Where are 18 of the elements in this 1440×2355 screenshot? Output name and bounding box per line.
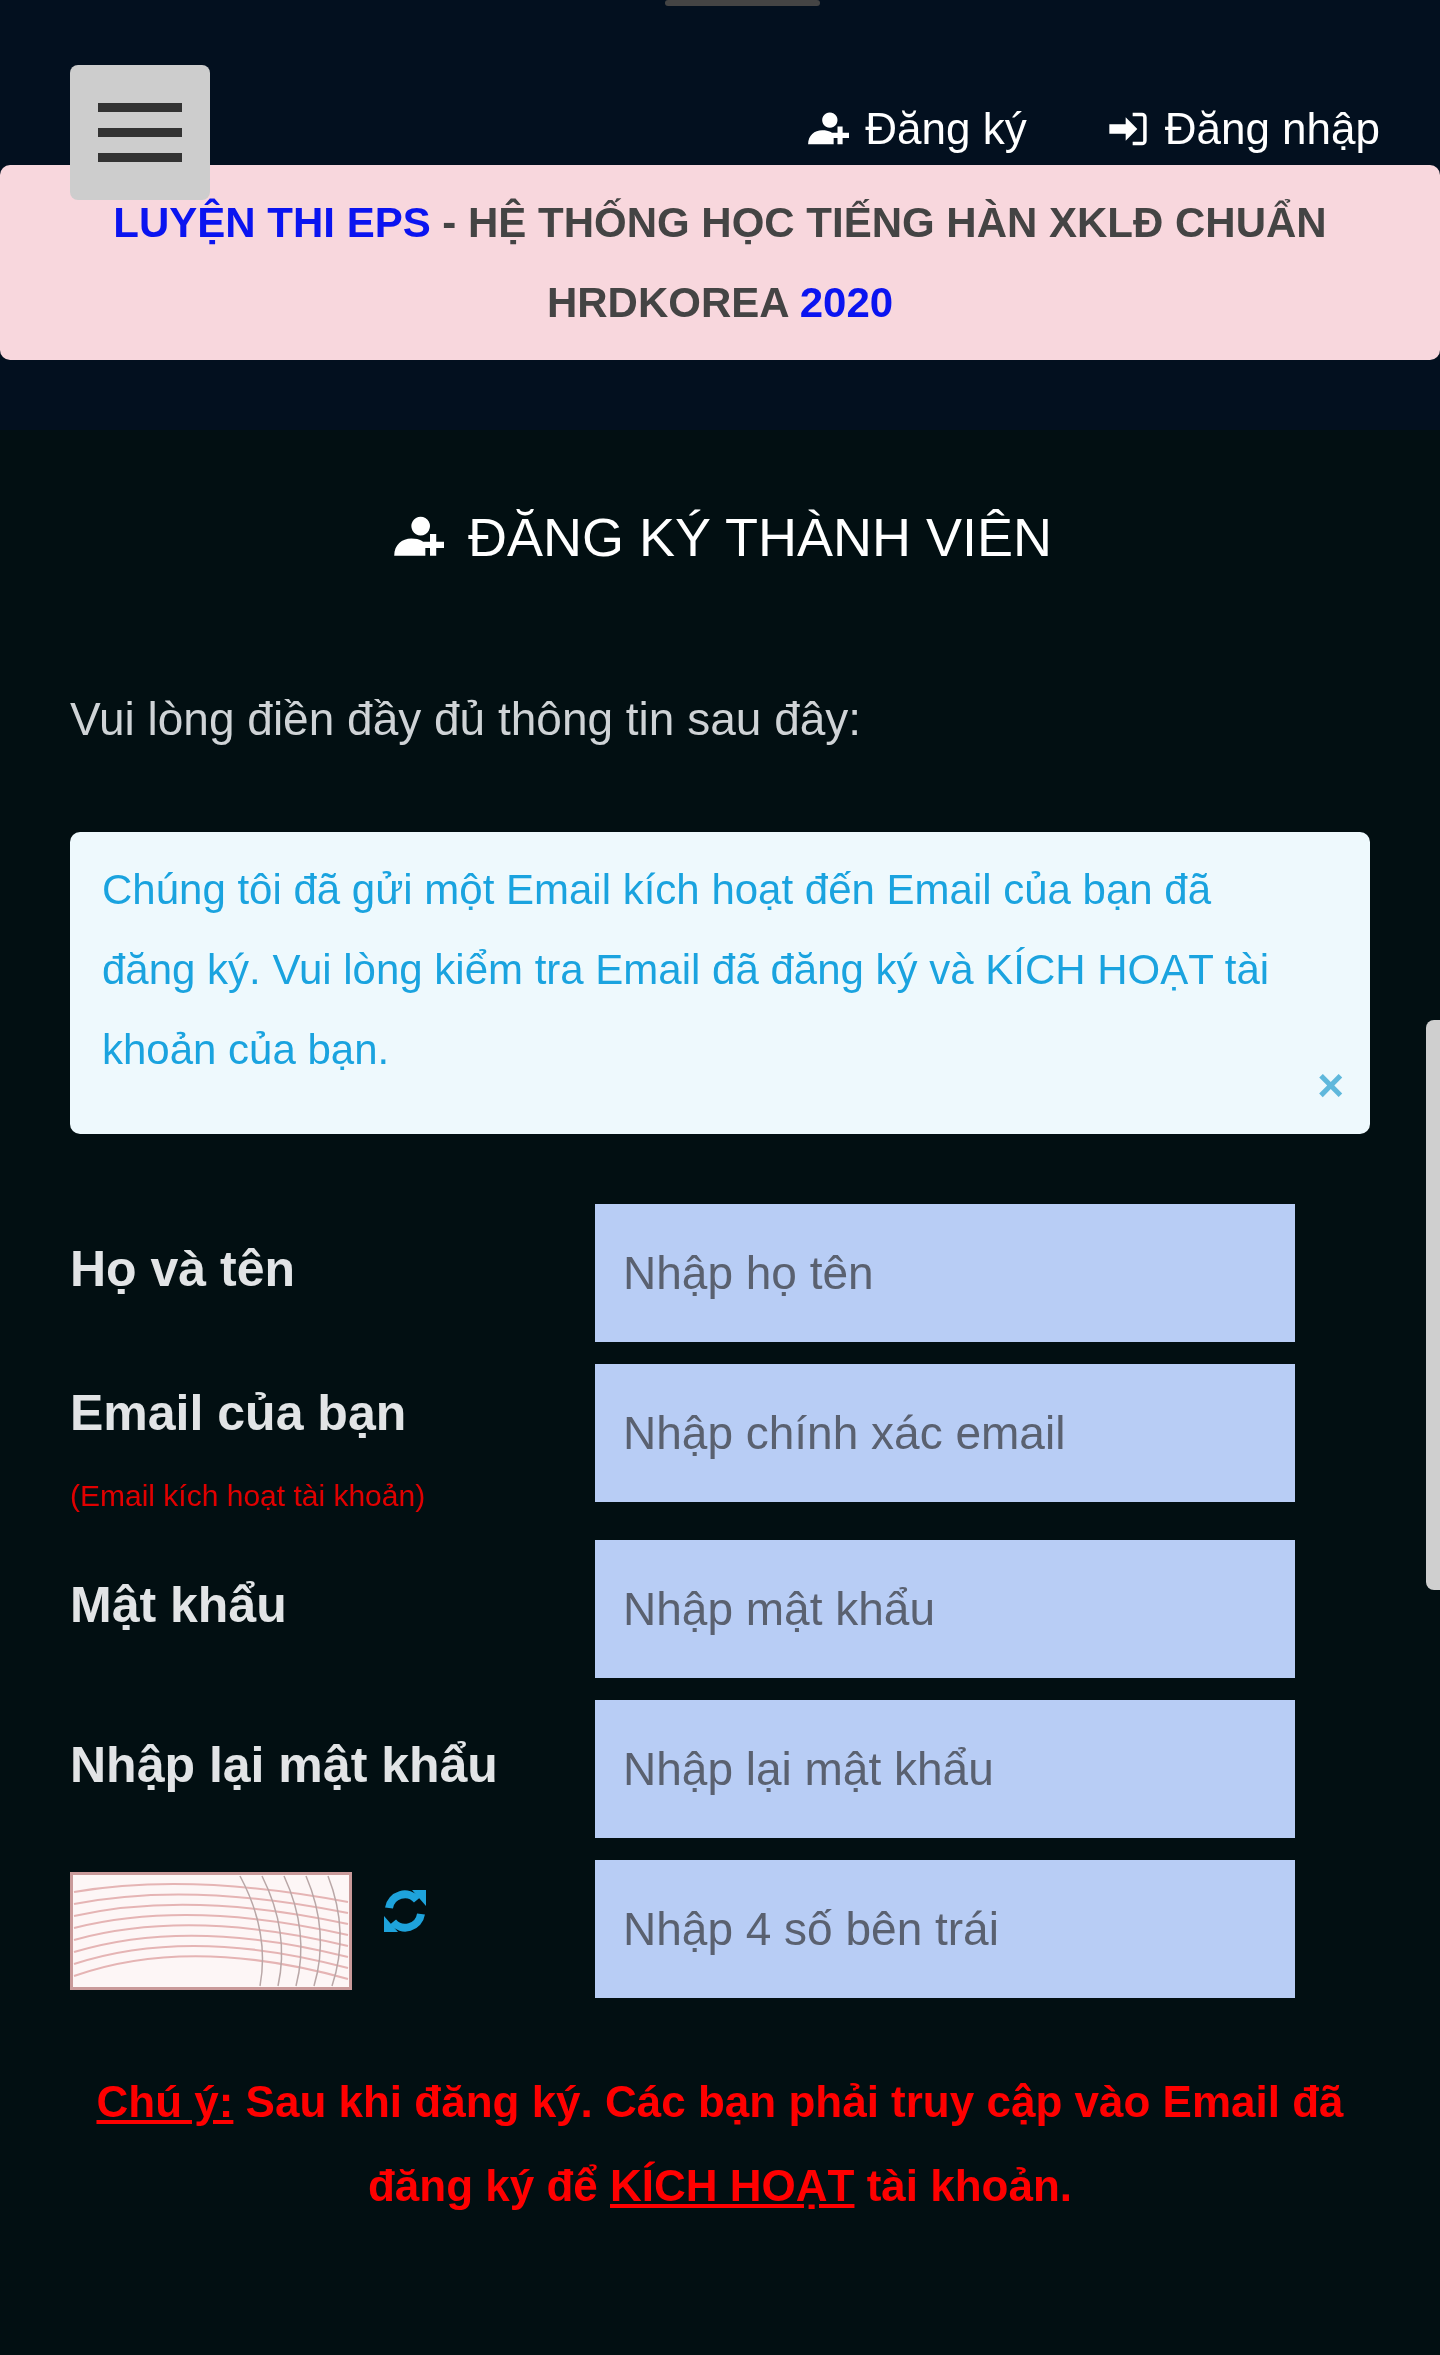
field-hint: (Email kích hoạt tài khoản) <box>70 1477 427 1514</box>
alert-message: Chúng tôi đã gửi một Email kích hoạt đến Email của bạn đã đăng ký. Vui lòng kiểm tra Email đã đăng ký và KÍCH HOẠT tài khoản của bạn. <box>102 864 1271 1075</box>
form-instruction: Vui lòng điền đầy đủ thông tin sau đây: <box>70 691 863 747</box>
site-title: LUYỆN THI EPS - HỆ THỐNG HỌC TIẾNG HÀN XKLĐ CHUẨN HRDKOREA 2020 <box>112 197 1328 328</box>
field-label: Mật khẩu <box>70 1575 288 1635</box>
field-label: Email của bạn <box>70 1383 408 1443</box>
input-field[interactable]: Nhập 4 số bên trái <box>595 1859 1295 1998</box>
input-field[interactable]: Nhập mật khẩu <box>595 1539 1295 1678</box>
input-field[interactable]: Nhập họ tên <box>595 1203 1295 1342</box>
input-field[interactable]: Nhập chính xác email <box>595 1363 1295 1502</box>
warning-note: Chú ý: Sau khi đăng ký. Các bạn phải truy cập vào Email đã đăng ký để KÍCH HOẠT tài khoản. <box>95 2075 1345 2212</box>
field-label: Họ và tên <box>70 1239 297 1299</box>
field-label: Nhập lại mật khẩu <box>70 1735 499 1795</box>
register-link[interactable]: Đăng ký <box>803 92 1027 165</box>
input-field[interactable]: Nhập lại mật khẩu <box>595 1699 1295 1838</box>
menu-button[interactable] <box>70 65 210 200</box>
login-link[interactable]: Đăng nhập <box>1106 92 1380 165</box>
form-title: ĐĂNG KÝ THÀNH VIÊN <box>467 506 1053 569</box>
